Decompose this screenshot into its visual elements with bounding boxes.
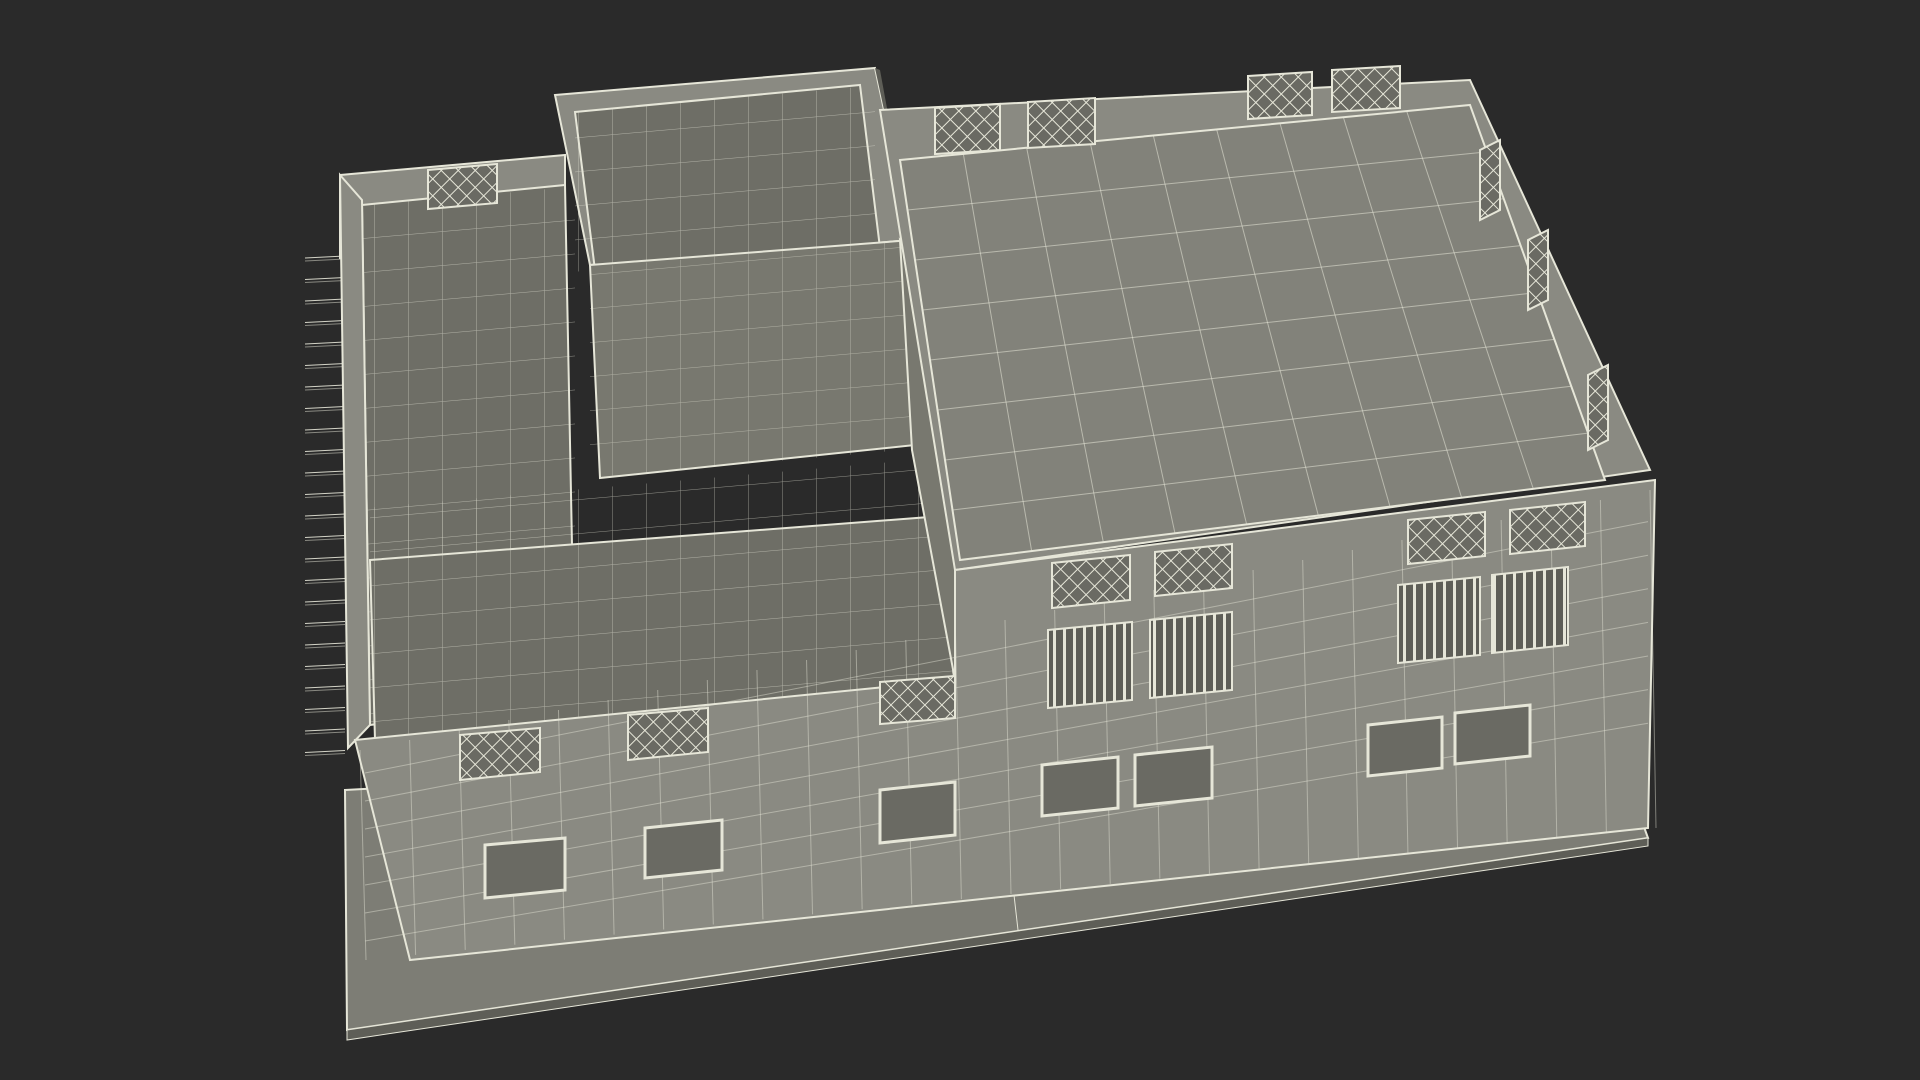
building-render-svg [304,64,1657,1041]
render-viewport[interactable] [0,0,1920,1080]
side-pipes [304,255,346,756]
central-tower [553,66,917,480]
right-main-roof [878,64,1652,572]
